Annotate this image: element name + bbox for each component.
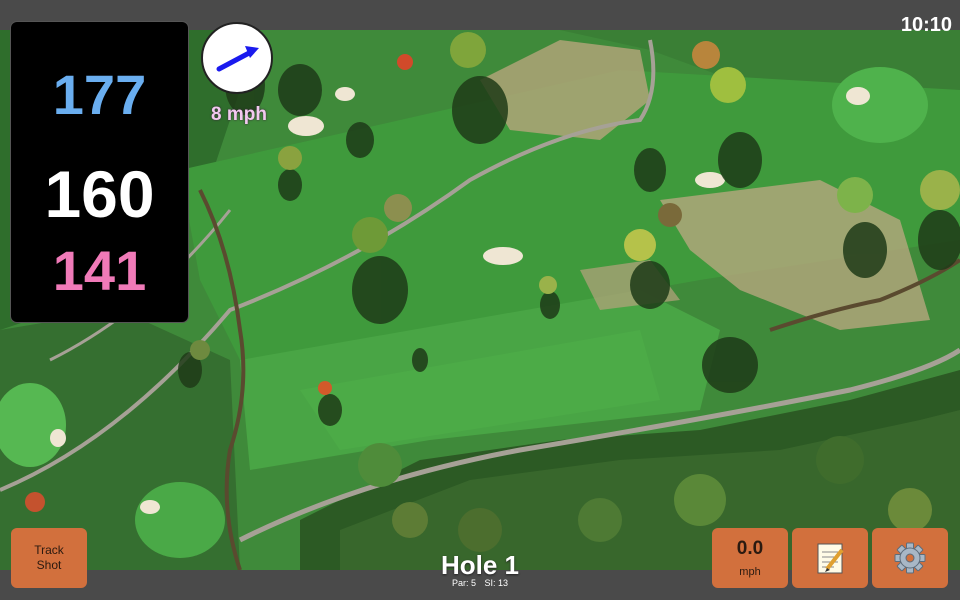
back-yardage: 177 [52, 63, 147, 126]
wind-speed: 8 mph [211, 104, 267, 125]
notepad-icon [817, 543, 844, 574]
hole-info: Par: 5 SI: 13 [380, 578, 580, 588]
wind-indicator [201, 22, 273, 94]
track-shot-label-line2: Shot [36, 558, 62, 572]
front-yardage: 141 [52, 239, 147, 302]
track-shot-button[interactable]: Track Shot [11, 528, 87, 588]
speed-button[interactable]: 0.0 mph [712, 528, 788, 588]
yardage-panel: 177 160 141 [11, 22, 188, 322]
hole-title: Hole 1 [440, 550, 520, 580]
wind-arrow-icon [216, 46, 259, 72]
hole-par: Par: 5 [451, 578, 476, 588]
speed-unit: mph [739, 566, 761, 578]
speed-value: 0.0 [736, 538, 764, 559]
hole-stroke-index: SI: 13 [484, 578, 509, 588]
settings-button[interactable] [872, 528, 948, 588]
gear-icon [894, 542, 926, 574]
notes-button[interactable] [792, 528, 868, 588]
clock: 10:10 [900, 14, 952, 36]
track-shot-label-line1: Track [34, 543, 64, 557]
middle-yardage: 160 [44, 157, 155, 231]
